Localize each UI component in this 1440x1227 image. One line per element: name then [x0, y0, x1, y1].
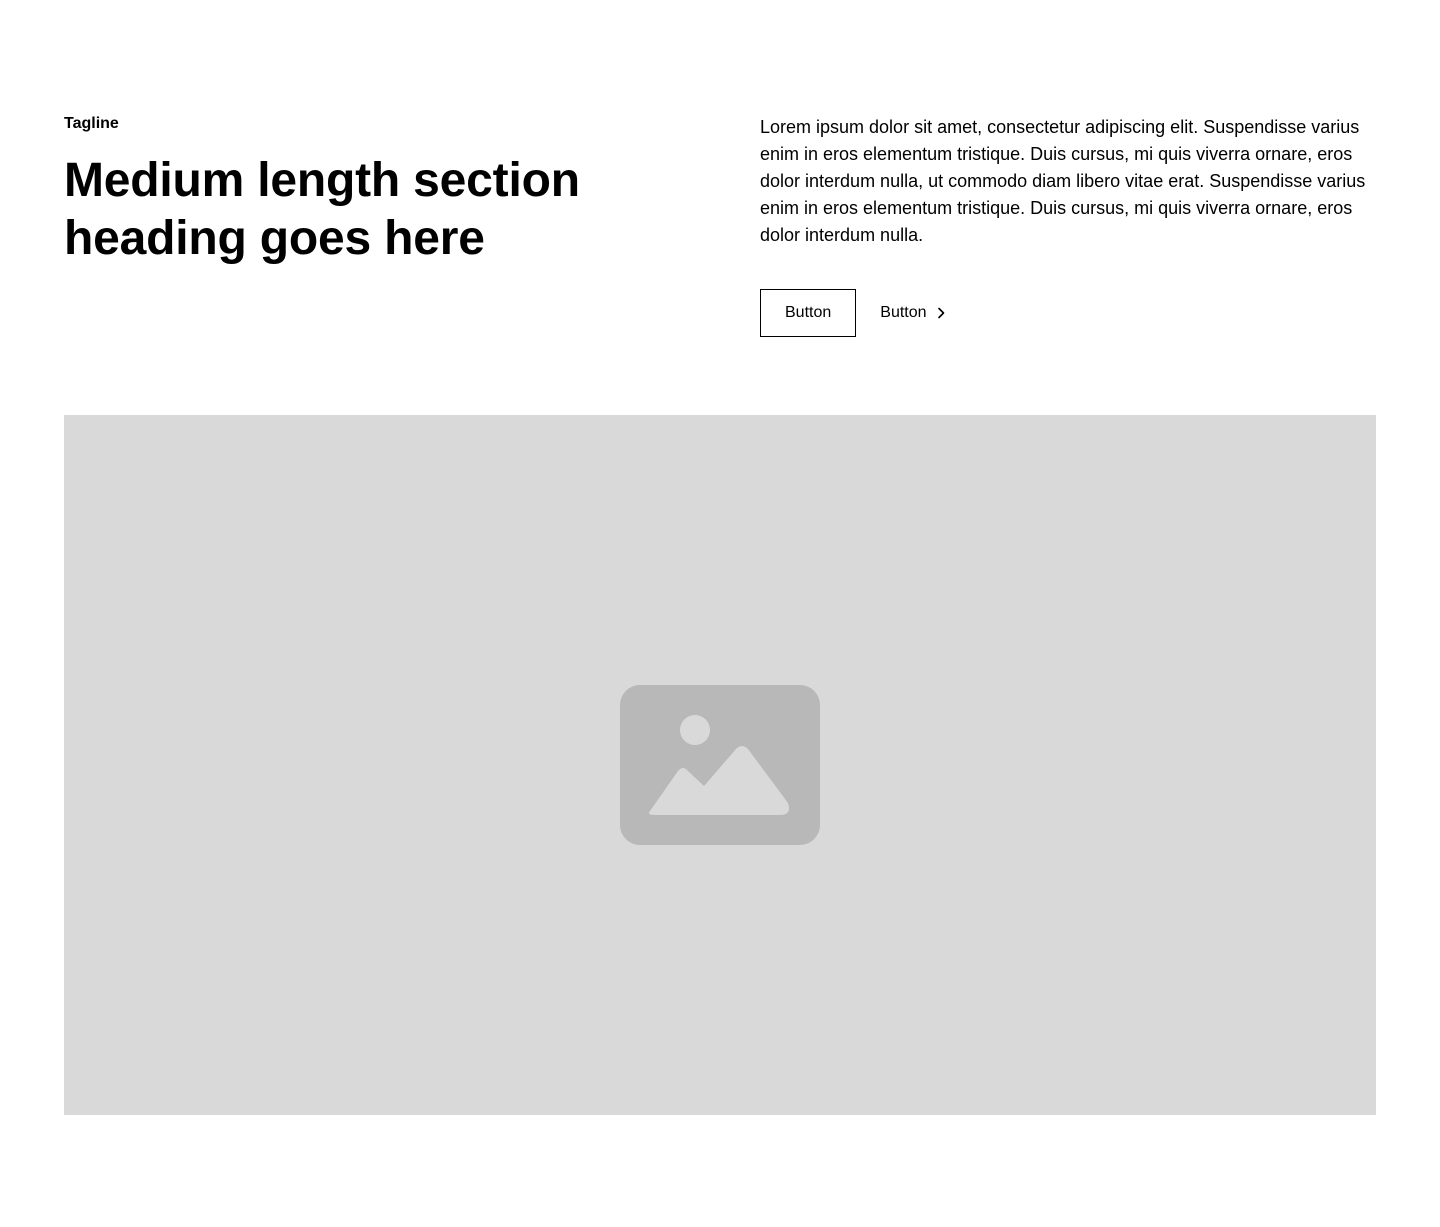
- section-heading: Medium length section heading goes here: [64, 154, 580, 265]
- content-column: Lorem ipsum dolor sit amet, consectetur …: [760, 112, 1376, 337]
- chevron-right-icon: [935, 307, 947, 319]
- image-placeholder: [64, 415, 1376, 1115]
- button-group: Button Button: [760, 289, 1376, 337]
- image-icon: [620, 685, 820, 845]
- header-row: Tagline Medium length section heading go…: [64, 112, 1376, 337]
- link-button-label: Button: [880, 304, 927, 321]
- outline-button[interactable]: Button: [760, 289, 857, 337]
- link-button[interactable]: Button: [880, 304, 946, 322]
- tagline: Tagline: [64, 115, 119, 132]
- outline-button-label: Button: [785, 304, 832, 321]
- header-section: Tagline Medium length section heading go…: [0, 0, 1440, 1227]
- section-description: Lorem ipsum dolor sit amet, consectetur …: [760, 117, 1366, 245]
- heading-column: Tagline Medium length section heading go…: [64, 112, 696, 337]
